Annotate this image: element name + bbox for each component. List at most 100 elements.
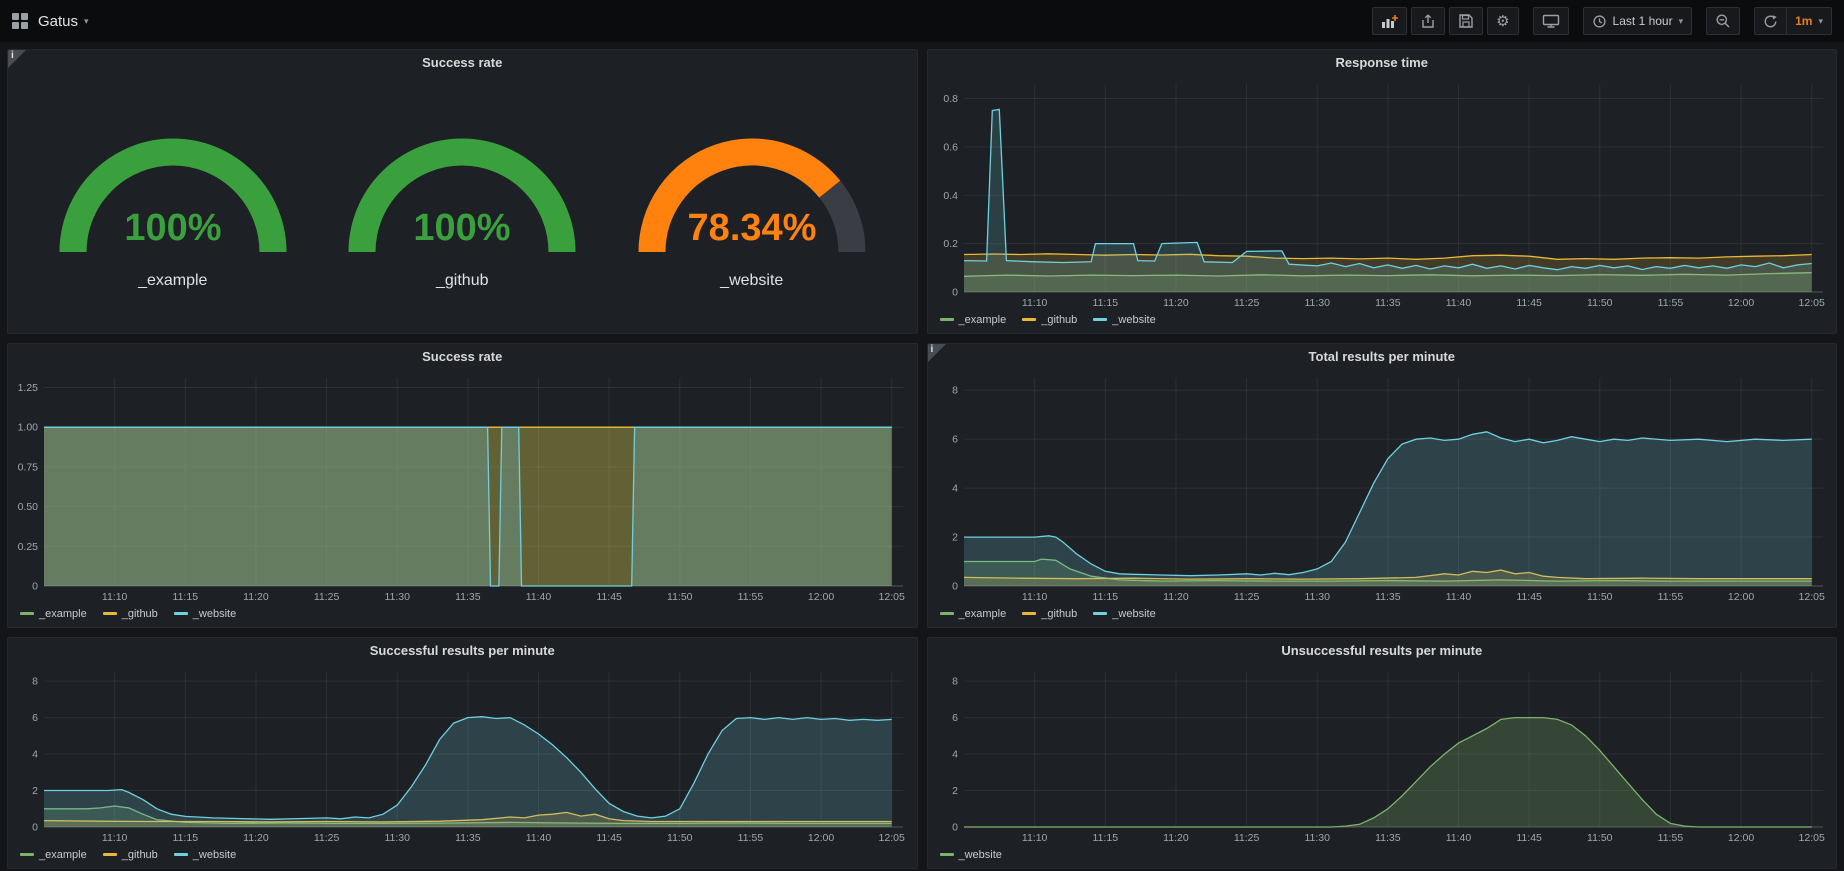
legend-label: _github [122, 608, 158, 620]
x-tick-label: 11:50 [1587, 591, 1613, 603]
y-tick-label: 0 [952, 581, 958, 593]
legend-item-_github[interactable]: _github [103, 849, 158, 861]
y-tick-label: 1.00 [18, 422, 39, 434]
y-tick-label: 2 [952, 785, 958, 797]
x-tick-label: 11:25 [314, 832, 340, 844]
legend-item-_website[interactable]: _website [174, 608, 236, 620]
x-tick-label: 11:40 [526, 832, 552, 844]
y-tick-label: 2 [32, 785, 38, 797]
y-tick-label: 6 [32, 712, 38, 724]
chart-area[interactable]: 0246811:1011:1511:2011:2511:3011:3511:40… [8, 663, 917, 846]
chart-area[interactable]: 0246811:1011:1511:2011:2511:3011:3511:40… [928, 369, 1837, 605]
y-tick-label: 0.25 [18, 541, 39, 553]
x-tick-label: 11:30 [384, 832, 410, 844]
gauge-arc: 78.34% [616, 114, 888, 268]
legend-color-dash [1093, 318, 1107, 321]
legend-color-dash [940, 612, 954, 615]
legend-item-_website[interactable]: _website [1093, 608, 1155, 620]
legend-item-_github[interactable]: _github [1022, 314, 1077, 326]
gauge-value-text: 78.34% [687, 207, 816, 249]
y-tick-label: 0.6 [943, 141, 958, 153]
panel-title[interactable]: Successful results per minute [8, 638, 917, 663]
panel-info-icon[interactable]: i [928, 344, 946, 362]
x-tick-label: 11:50 [667, 591, 693, 603]
add-panel-button[interactable] [1372, 7, 1407, 35]
apps-grid-icon[interactable] [12, 13, 28, 29]
panel-title[interactable]: Success rate [8, 50, 917, 75]
timeseries-chart[interactable]: 00.20.40.60.811:1011:1511:2011:2511:3011… [928, 75, 1837, 311]
legend-item-_website[interactable]: _website [1093, 314, 1155, 326]
x-tick-label: 11:35 [455, 832, 481, 844]
x-tick-label: 11:30 [384, 591, 410, 603]
x-tick-label: 11:20 [243, 832, 269, 844]
x-tick-label: 11:45 [596, 591, 622, 603]
x-tick-label: 11:25 [314, 591, 340, 603]
x-tick-label: 11:20 [1163, 832, 1189, 844]
timeseries-chart[interactable]: 0246811:1011:1511:2011:2511:3011:3511:40… [928, 369, 1837, 605]
timeseries-chart[interactable]: 00.250.500.751.001.2511:1011:1511:2011:2… [8, 369, 917, 605]
x-tick-label: 11:50 [1587, 297, 1613, 309]
legend-item-_github[interactable]: _github [103, 608, 158, 620]
navbar-left: Gatus ▾ [12, 13, 89, 30]
x-tick-label: 11:55 [738, 591, 764, 603]
chart-area[interactable]: 00.250.500.751.001.2511:1011:1511:2011:2… [8, 369, 917, 605]
legend-item-_example[interactable]: _example [940, 608, 1007, 620]
x-tick-label: 11:20 [1163, 591, 1189, 603]
share-icon [1420, 13, 1436, 29]
y-tick-label: 6 [952, 434, 958, 446]
x-tick-label: 11:30 [1304, 832, 1330, 844]
chart-legend: _example _github _website [8, 846, 917, 868]
timeseries-chart[interactable]: 0246811:1011:1511:2011:2511:3011:3511:40… [928, 663, 1837, 846]
y-tick-label: 6 [952, 712, 958, 724]
panel-title[interactable]: Response time [928, 50, 1837, 75]
x-tick-label: 12:05 [879, 832, 905, 844]
share-dashboard-button[interactable] [1411, 7, 1445, 35]
chart-area[interactable]: 00.20.40.60.811:1011:1511:2011:2511:3011… [928, 75, 1837, 311]
navbar: Gatus ▾ [0, 0, 1844, 42]
y-tick-label: 0.75 [18, 461, 39, 473]
chart-area[interactable]: 0246811:1011:1511:2011:2511:3011:3511:40… [928, 663, 1837, 846]
legend-color-dash [1093, 612, 1107, 615]
gauge-row: 100%_example100%_github78.34%_website [8, 75, 917, 333]
refresh-interval-dropdown[interactable]: 1m ▾ [1787, 7, 1832, 35]
y-tick-label: 4 [32, 749, 38, 761]
y-tick-label: 0.8 [943, 93, 958, 105]
dashboard-settings-button[interactable]: ⚙ [1487, 7, 1518, 35]
x-tick-label: 11:55 [1657, 832, 1683, 844]
x-tick-label: 11:25 [1233, 297, 1259, 309]
x-tick-label: 12:05 [879, 591, 905, 603]
series-area-_website [44, 427, 892, 586]
y-tick-label: 0 [952, 822, 958, 834]
legend-item-_website[interactable]: _website [940, 849, 1002, 861]
legend-item-_website[interactable]: _website [174, 849, 236, 861]
chart-legend: _example _github _website [8, 605, 917, 627]
x-tick-label: 11:15 [173, 591, 199, 603]
legend-label: _website [1112, 608, 1155, 620]
x-tick-label: 11:30 [1304, 297, 1330, 309]
x-tick-label: 11:10 [1021, 591, 1047, 603]
legend-item-_example[interactable]: _example [20, 608, 87, 620]
refresh-button[interactable] [1754, 7, 1787, 35]
panel-title[interactable]: Success rate [8, 344, 917, 369]
time-range-picker-button[interactable]: Last 1 hour ▾ [1583, 7, 1693, 35]
panel-title[interactable]: Total results per minute [928, 344, 1837, 369]
panel-title[interactable]: Unsuccessful results per minute [928, 638, 1837, 663]
y-tick-label: 8 [952, 385, 958, 397]
cycle-view-mode-button[interactable] [1533, 7, 1569, 35]
x-tick-label: 12:00 [1727, 832, 1753, 844]
legend-color-dash [940, 318, 954, 321]
legend-item-_example[interactable]: _example [940, 314, 1007, 326]
save-dashboard-button[interactable] [1449, 7, 1483, 35]
legend-item-_github[interactable]: _github [1022, 608, 1077, 620]
dashboard-title-dropdown[interactable]: Gatus ▾ [38, 13, 89, 30]
legend-item-_example[interactable]: _example [20, 849, 87, 861]
panel-info-icon[interactable]: i [8, 50, 26, 68]
y-tick-label: 0 [32, 822, 38, 834]
panel-success-rate-gauges: i Success rate 100%_example100%_github78… [7, 49, 918, 334]
panel-response-time: Response time 00.20.40.60.811:1011:1511:… [927, 49, 1838, 334]
gauge-arc: 100% [37, 114, 309, 268]
timeseries-chart[interactable]: 0246811:1011:1511:2011:2511:3011:3511:40… [8, 663, 917, 846]
zoom-out-button[interactable] [1706, 7, 1740, 35]
x-tick-label: 11:45 [1516, 591, 1542, 603]
legend-label: _website [193, 608, 236, 620]
